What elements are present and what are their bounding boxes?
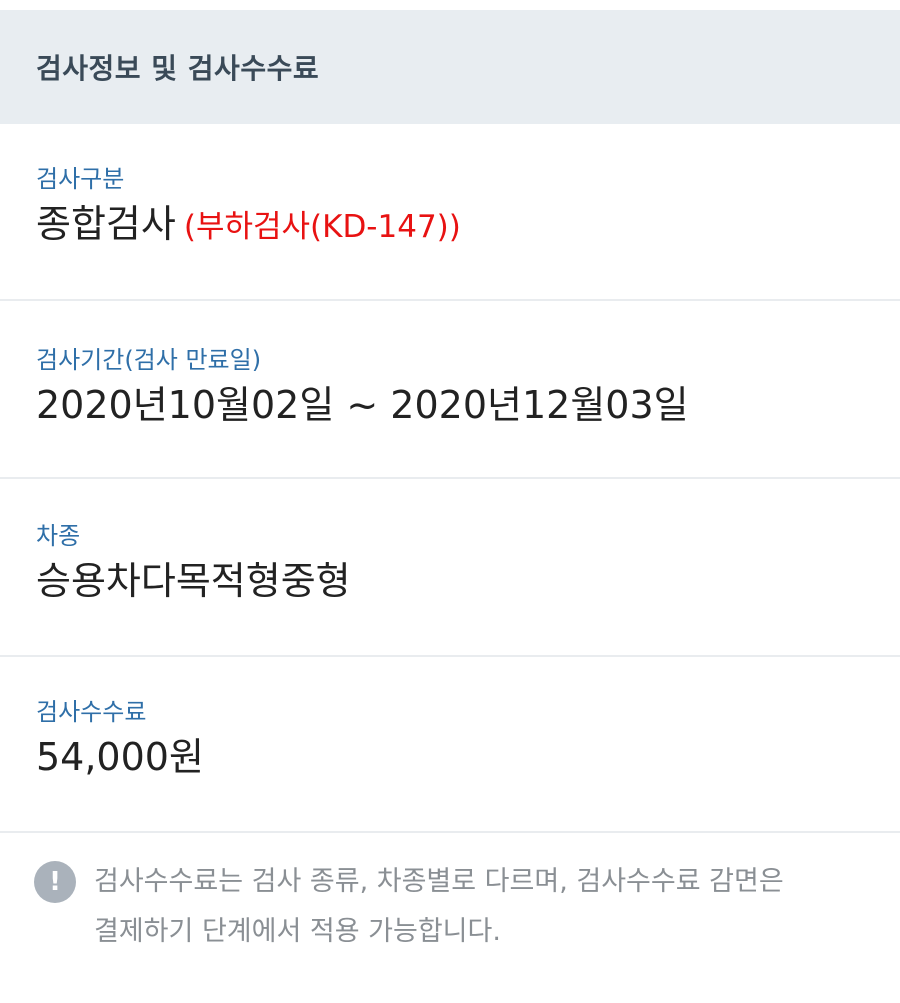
notice-text: 검사수수료는 검사 종류, 차종별로 다르며, 검사수수료 감면은 결제하기 단… xyxy=(94,866,784,947)
inspection-type-detail: (부하검사(KD-147)) xyxy=(183,209,461,245)
inspection-period-label: 검사기간(검사 만료일) xyxy=(36,346,262,374)
page-title: 검사정보 및 검사수수료 xyxy=(36,52,320,85)
section-header: 검사정보 및 검사수수료 xyxy=(0,10,900,124)
vehicle-type-value: 승용차다목적형중형 xyxy=(36,559,351,603)
inspection-type-value: 종합검사 xyxy=(36,202,176,246)
inspection-type-section: 검사구분 종합검사 (부하검사(KD-147)) xyxy=(0,124,900,301)
inspection-type-value-row: 종합검사 (부하검사(KD-147)) xyxy=(36,198,900,253)
top-spacer xyxy=(0,0,900,10)
inspection-fee-section: 검사수수료 54,000원 xyxy=(0,657,900,833)
vehicle-type-section: 차종 승용차다목적형중형 xyxy=(0,479,900,657)
fee-notice: ! 검사수수료는 검사 종류, 차종별로 다르며, 검사수수료 감면은 결제하기… xyxy=(0,833,900,957)
inspection-type-label: 검사구분 xyxy=(36,165,125,193)
inspection-period-value: 2020년10월02일 ~ 2020년12월03일 xyxy=(36,383,689,427)
exclamation-icon: ! xyxy=(34,861,76,903)
vehicle-type-label: 차종 xyxy=(36,522,81,550)
inspection-fee-label: 검사수수료 xyxy=(36,698,147,726)
inspection-fee-value: 54,000원 xyxy=(36,735,204,779)
inspection-period-section: 검사기간(검사 만료일) 2020년10월02일 ~ 2020년12월03일 xyxy=(0,301,900,479)
